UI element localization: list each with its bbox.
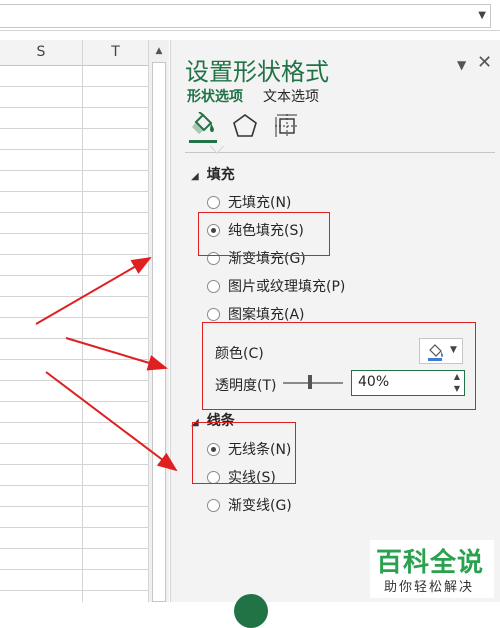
row-gridline [0,443,148,444]
radio-label: 无填充(N) [228,195,292,211]
collapse-triangle-icon: ◢ [191,171,199,182]
row-gridline [0,590,148,591]
radio-label: 图片或纹理填充(P) [228,279,346,295]
row-gridline [0,527,148,528]
formula-input[interactable] [0,4,491,28]
row-gridline [0,107,148,108]
formula-expand-icon[interactable]: ▼ [478,10,486,21]
row-gridline [0,212,148,213]
radio-button[interactable] [207,307,220,321]
formula-bar: ▼ [0,0,500,31]
row-gridline [0,506,148,507]
partial-round-button [234,594,268,628]
row-gridline [0,149,148,150]
close-icon[interactable]: ✕ [477,52,492,73]
watermark-main-text: 百科全说 [376,548,485,578]
annotation-box-line [192,422,296,484]
row-gridline [0,380,148,381]
worksheet-grid[interactable]: S T [0,40,148,602]
row-gridline [0,86,148,87]
scrollbar-thumb[interactable] [152,62,166,602]
row-gridline [0,254,148,255]
pentagon-icon[interactable] [231,112,259,140]
column-header-s[interactable]: S [0,40,83,66]
row-gridline [0,569,148,570]
paint-bucket-icon[interactable] [189,111,217,143]
radio-picture-fill[interactable]: 图片或纹理填充(P) [207,277,345,297]
annotation-box-solid-fill [198,212,330,256]
row-gridline [0,170,148,171]
category-icon-row [189,111,309,144]
row-gridline [0,401,148,402]
row-gridline [0,464,148,465]
annotation-box-color-transparency [202,322,476,410]
row-gridline [0,422,148,423]
pane-title: 设置形状格式 [185,58,329,86]
row-gridline [0,338,148,339]
radio-label: 图案填充(A) [228,307,305,323]
pane-divider [185,152,495,153]
format-shape-pane: 设置形状格式 ▼ ✕ 形状选项 文本选项 ◢ 填充 无填充(N) 纯色填充(S)… [170,40,500,602]
row-gridline [0,128,148,129]
radio-button[interactable] [207,498,220,512]
row-gridline [0,485,148,486]
row-gridline [0,233,148,234]
row-gridline [0,359,148,360]
pane-options-icon[interactable]: ▼ [457,58,466,72]
tab-text-options[interactable]: 文本选项 [263,86,319,106]
scroll-up-icon[interactable]: ▲ [151,44,167,58]
fill-section-label: 填充 [206,167,235,183]
row-gridline [0,275,148,276]
radio-button[interactable] [207,195,220,209]
watermark-logo: 百科全说 助你轻松解决 [370,540,494,598]
radio-no-fill[interactable]: 无填充(N) [207,193,291,213]
fill-section-header[interactable]: ◢ 填充 [191,164,235,184]
size-properties-icon[interactable] [273,112,301,140]
radio-gradient-line[interactable]: 渐变线(G) [207,496,292,516]
column-gridline [82,65,83,602]
row-gridline [0,317,148,318]
row-gridline [0,548,148,549]
column-header-t[interactable]: T [83,40,148,66]
row-gridline [0,191,148,192]
radio-button[interactable] [207,279,220,293]
watermark-sub-text: 助你轻松解决 [384,580,475,595]
divider-caret-inner [211,146,223,153]
tab-shape-options[interactable]: 形状选项 [187,86,243,106]
row-gridline [0,296,148,297]
vertical-scrollbar[interactable]: ▲ [148,40,169,602]
radio-label: 渐变线(G) [228,498,292,514]
